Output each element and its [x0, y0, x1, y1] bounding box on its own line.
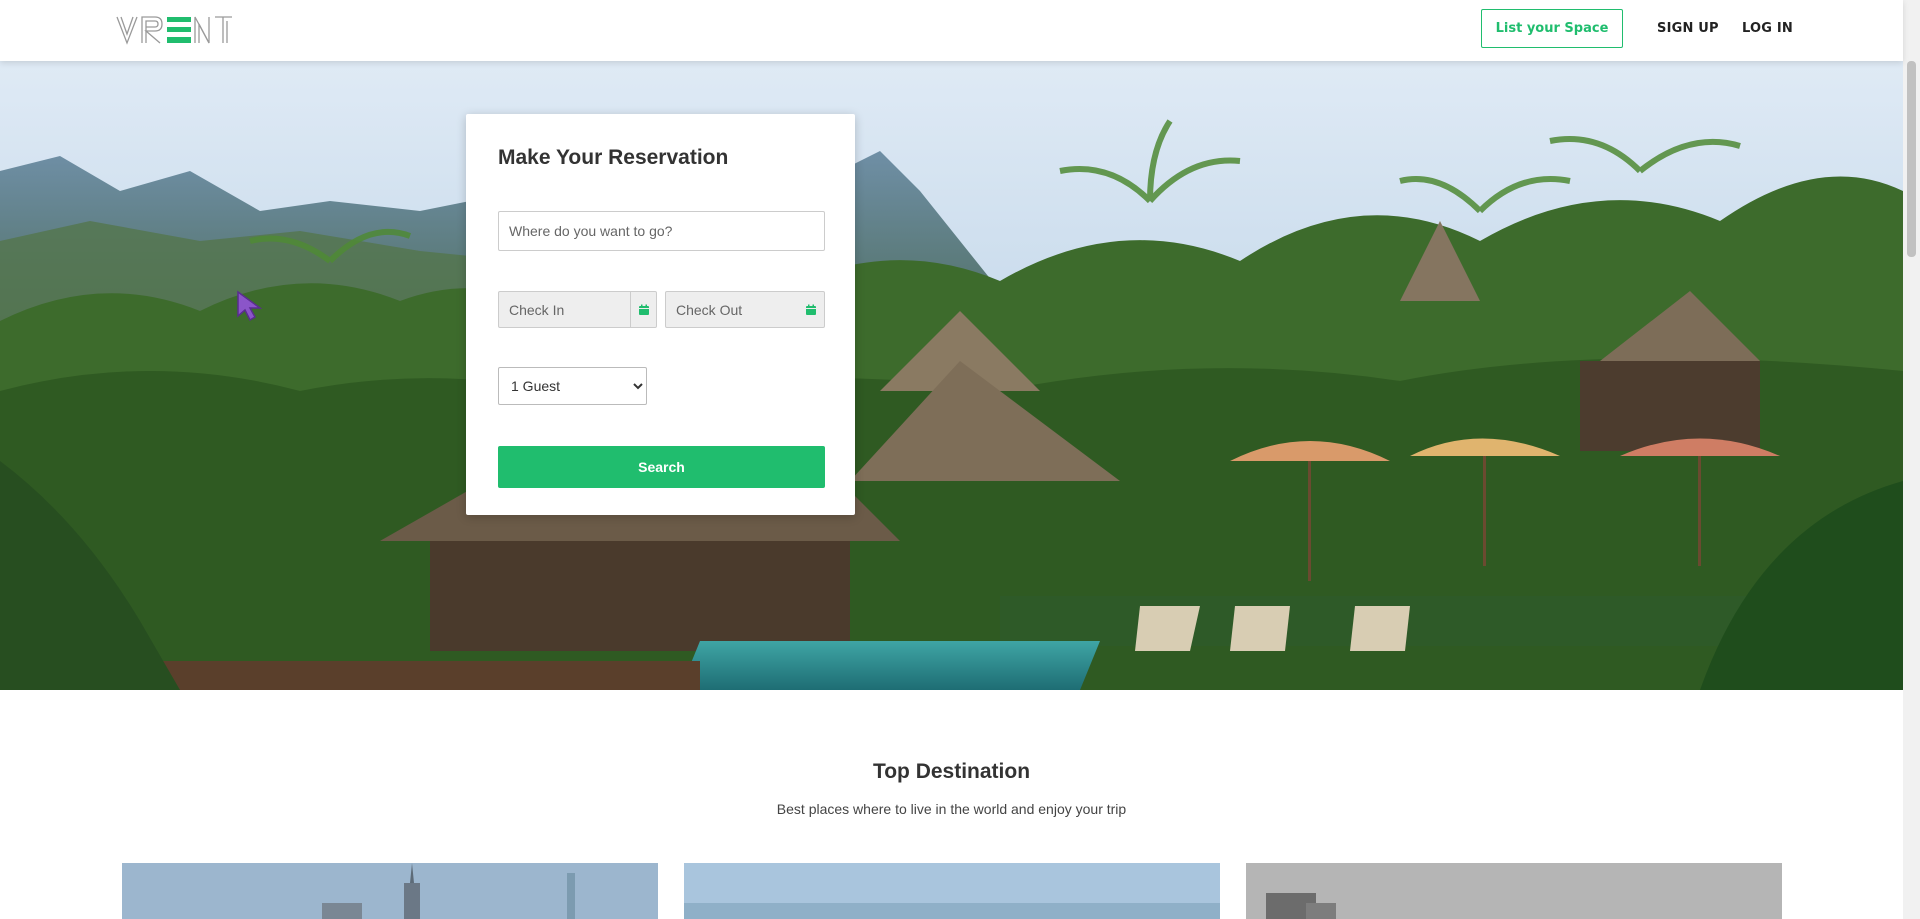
checkout-input[interactable]: [666, 292, 798, 327]
guest-select[interactable]: 1 Guest: [498, 367, 647, 405]
logo[interactable]: [115, 14, 233, 46]
site-header: List your Space SIGN UP LOG IN: [0, 0, 1903, 61]
destination-input[interactable]: [498, 211, 825, 251]
destination-card[interactable]: [1246, 863, 1782, 919]
destination-card[interactable]: [122, 863, 658, 919]
reservation-card: Make Your Reservation 1 Guest Search: [466, 114, 855, 515]
checkout-field[interactable]: [665, 291, 825, 328]
city-building-image: [1246, 863, 1782, 919]
vrent-logo-mark: [116, 16, 232, 45]
login-link[interactable]: LOG IN: [1742, 21, 1793, 36]
calendar-icon[interactable]: [798, 292, 824, 327]
list-your-space-button[interactable]: List your Space: [1481, 9, 1623, 48]
signup-link[interactable]: SIGN UP: [1657, 21, 1719, 36]
page-scrollbar[interactable]: [1903, 0, 1920, 919]
search-button[interactable]: Search: [498, 446, 825, 488]
calendar-icon[interactable]: [630, 292, 656, 327]
city-skyline-image: [122, 863, 658, 919]
coast-image: [684, 863, 1220, 919]
checkin-field[interactable]: [498, 291, 657, 328]
hero-banner: [0, 61, 1903, 690]
resort-hero-image: [0, 61, 1903, 690]
mouse-cursor-icon: [236, 290, 264, 326]
top-destination-subtitle: Best places where to live in the world a…: [776, 801, 1127, 817]
destination-card[interactable]: [684, 863, 1220, 919]
top-destination-title: Top Destination: [872, 760, 1031, 783]
reservation-title: Make Your Reservation: [498, 146, 729, 169]
scrollbar-thumb[interactable]: [1907, 61, 1916, 257]
checkin-input[interactable]: [499, 292, 630, 327]
